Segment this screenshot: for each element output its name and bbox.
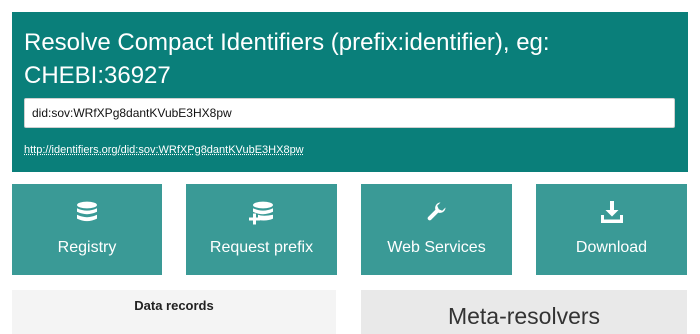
download-label: Download xyxy=(575,239,648,256)
resolved-url-link[interactable]: http://identifiers.org/did:sov:WRfXPg8da… xyxy=(24,144,304,156)
web-services-label: Web Services xyxy=(387,239,486,256)
meta-resolvers-heading: Meta-resolvers xyxy=(447,303,601,329)
data-records-panel: Data records xyxy=(12,290,336,334)
database-icon xyxy=(12,200,162,224)
request-prefix-label: Request prefix xyxy=(209,239,314,256)
registry-button[interactable]: Registry xyxy=(12,184,162,275)
meta-resolvers-panel: Meta-resolvers xyxy=(361,290,687,334)
resolver-panel: Resolve Compact Identifiers (prefix:iden… xyxy=(12,12,688,172)
page-title: Resolve Compact Identifiers (prefix:iden… xyxy=(24,29,550,89)
web-services-button[interactable]: Web Services xyxy=(361,184,512,275)
database-add-icon xyxy=(186,200,337,226)
download-icon xyxy=(536,200,687,224)
request-prefix-button[interactable]: Request prefix xyxy=(186,184,337,275)
wrench-icon xyxy=(361,200,512,224)
identifier-search-input[interactable] xyxy=(24,98,675,128)
registry-label: Registry xyxy=(57,239,117,256)
download-button[interactable]: Download xyxy=(536,184,687,275)
data-records-heading: Data records xyxy=(134,298,214,313)
